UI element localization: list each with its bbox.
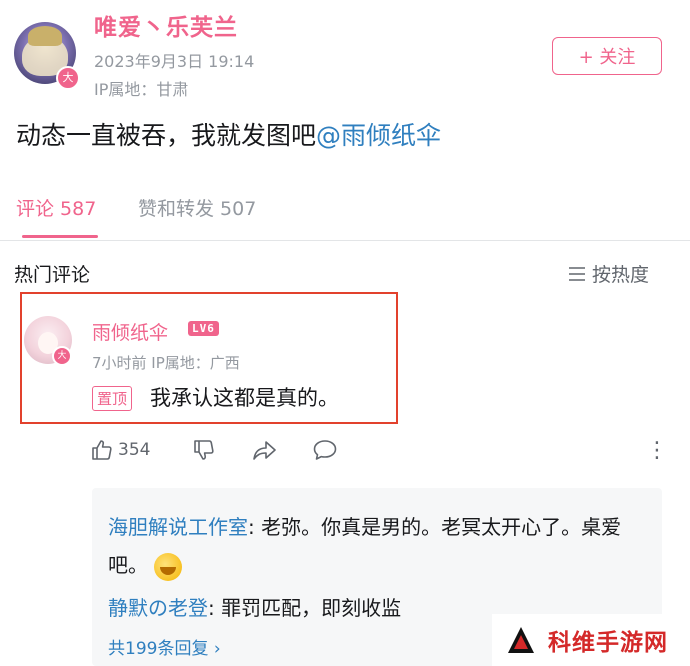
mention-link[interactable]: @雨倾纸伞 — [316, 121, 441, 150]
more-options-icon[interactable]: ⋮ — [646, 438, 668, 463]
view-all-replies-link[interactable]: 共199条回复 › — [108, 634, 221, 659]
follow-label: + 关注 — [578, 47, 636, 68]
post-time: 2023年9月3日 19:14 — [94, 52, 255, 71]
dislike-button[interactable] — [192, 438, 216, 462]
level-badge: LV6 — [188, 321, 219, 336]
thumbs-up-icon — [92, 440, 112, 460]
active-tab-indicator — [22, 235, 98, 238]
thumbs-down-icon — [194, 440, 214, 460]
sort-label: 按热度 — [592, 264, 650, 286]
comment-meta: 7小时前 IP属地：广西 — [92, 354, 240, 372]
commenter-name[interactable]: 雨倾纸伞 — [92, 318, 168, 345]
follow-button[interactable]: + 关注 — [552, 37, 662, 75]
watermark-logo-icon — [508, 627, 534, 653]
share-button[interactable] — [252, 438, 278, 462]
comment-text: 我承认这都是真的。 — [150, 386, 339, 410]
watermark: 科维手游网 — [492, 614, 690, 666]
hot-comments-heading: 热门评论 — [14, 264, 91, 286]
reply-author[interactable]: 静默の老登 — [108, 596, 208, 620]
reply-item: 海胆解说工作室: 老弥。你真是男的。老冥太开心了。桌爱吧。 — [108, 508, 648, 584]
author-name[interactable]: 唯爱丶乐芙兰 — [94, 8, 238, 42]
share-icon — [253, 441, 276, 460]
commenter-avatar-badge: 大 — [52, 346, 72, 366]
sort-button[interactable]: 按热度 — [568, 260, 649, 287]
reply-text: : 罪罚匹配，即刻收监 — [208, 596, 402, 620]
tab-comments[interactable]: 评论 587 — [16, 194, 96, 221]
like-count: 354 — [118, 440, 151, 460]
like-button[interactable]: 354 — [90, 438, 150, 462]
reply-item: 静默の老登: 罪罚匹配，即刻收监 — [108, 592, 401, 621]
pinned-badge: 置顶 — [92, 386, 133, 411]
post-body: 动态一直被吞，我就发图吧 — [16, 121, 317, 150]
author-avatar-badge: 大 — [56, 66, 80, 90]
laughing-emoji-icon — [154, 552, 183, 581]
comment-icon — [313, 440, 337, 460]
sort-icon — [569, 266, 585, 281]
reply-button[interactable] — [312, 438, 338, 462]
tab-likes-reposts[interactable]: 赞和转发 507 — [138, 194, 256, 221]
post-text: 动态一直被吞，我就发图吧@雨倾纸伞 — [16, 116, 441, 152]
post-ip-location: IP属地：甘肃 — [94, 80, 189, 99]
watermark-text: 科维手游网 — [548, 630, 668, 656]
divider — [0, 240, 690, 241]
reply-author[interactable]: 海胆解说工作室 — [108, 515, 248, 539]
